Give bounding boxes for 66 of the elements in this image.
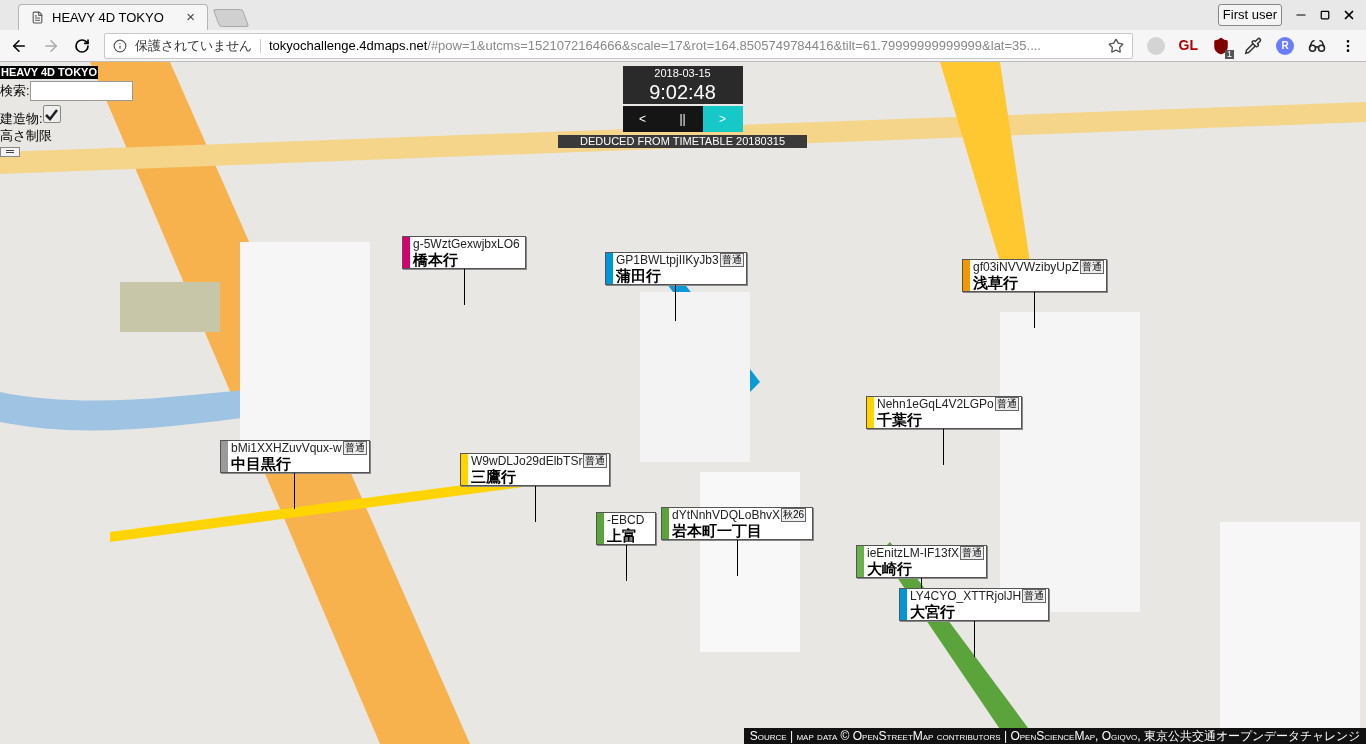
service-type-tag: 普通 <box>994 397 1019 411</box>
train-label[interactable]: LY4CYO_XTTRjolJH 普通 大宮行 <box>899 588 1050 621</box>
train-label[interactable]: bMi1XXHZuvVqux-w 普通 中目黒行 <box>220 440 370 473</box>
train-label[interactable]: dYtNnhVDQLoBhvX 秋26 岩本町一丁目 <box>661 507 813 540</box>
clock-date: 2018-03-15 <box>654 67 711 80</box>
address-bar[interactable]: 保護されていません tokyochallenge.4dmaps.net/#pow=1&utcms=1521072164666&scale=17&rot=164.8505749784416&tilt=61.79999999999999&lat=35.... <box>104 32 1133 59</box>
service-type-tag: 普通 <box>583 454 608 468</box>
train-label[interactable]: Nehn1eGqL4V2LGPo 普通 千葉行 <box>866 396 1022 429</box>
train-label[interactable]: GP1BWLtpjIIKyJb3 普通 蒲田行 <box>605 252 747 285</box>
train-destination: 橋本行 <box>413 251 459 268</box>
map-attribution: Source | map data © OpenStreetMap contributors | OpenScienceMap, Ogiqvo, 東京公共交通オープンデータチャレンジ <box>743 728 1366 744</box>
train-id: GP1BWLtpjIIKyJb3 <box>616 253 719 267</box>
profile-button[interactable]: First user <box>1217 4 1282 26</box>
train-label[interactable]: -EBCD 上富 <box>596 512 656 545</box>
height-limit-label: 高さ制限 <box>0 128 52 143</box>
service-type-tag: 秋26 <box>781 508 807 522</box>
train-destination: 岩本町一丁目 <box>672 522 763 539</box>
search-label: 検索: <box>0 82 30 101</box>
browser-tab[interactable]: HEAVY 4D TOKYO × <box>18 4 208 30</box>
extension-badge: 1 <box>1225 49 1234 59</box>
train-id: bMi1XXHZuvVqux-w <box>231 441 342 455</box>
train-destination: 中目黒行 <box>231 455 292 472</box>
train-destination: 千葉行 <box>877 411 923 428</box>
train-label[interactable]: g-5WztGexwjbxLO6 橋本行 <box>402 236 526 269</box>
search-field[interactable] <box>29 81 133 101</box>
service-type-tag: 普通 <box>960 546 985 560</box>
train-label[interactable]: ieEnitzLM-IF13fX 普通 大崎行 <box>856 545 988 578</box>
maximize-icon[interactable] <box>1320 9 1330 20</box>
train-destination: 上富 <box>607 527 638 544</box>
service-type-tag: 普通 <box>719 253 744 267</box>
train-id: dYtNnhVDQLoBhvX <box>672 508 781 522</box>
menu-button[interactable] <box>0 146 20 157</box>
extension-icon[interactable]: GL <box>1178 35 1198 56</box>
train-destination: 大宮行 <box>910 603 956 620</box>
playback-button[interactable]: < <box>622 106 663 132</box>
train-id: -EBCD <box>607 513 645 527</box>
service-type-tag: 普通 <box>1080 260 1105 274</box>
buildings-label: 建造物: <box>0 110 43 128</box>
tab-close[interactable]: × <box>186 6 195 29</box>
eyedropper-icon[interactable] <box>1244 36 1262 55</box>
train-id: ieEnitzLM-IF13fX <box>867 546 960 560</box>
clock-time: 9:02:48 <box>649 80 716 104</box>
train-destination: 三鷹行 <box>471 468 517 485</box>
tab-title: HEAVY 4D TOKYO <box>52 8 165 27</box>
timetable-banner: DEDUCED FROM TIMETABLE 20180315 <box>558 135 807 148</box>
train-id: LY4CYO_XTTRjolJH <box>910 589 1022 603</box>
bookmark-star-icon[interactable] <box>1107 37 1124 54</box>
app-title: HEAVY 4D TOKYO <box>0 66 98 79</box>
train-destination: 大崎行 <box>867 560 913 577</box>
train-destination: 蒲田行 <box>616 267 662 284</box>
service-type-tag: 普通 <box>1022 589 1047 603</box>
extension-icon[interactable]: R <box>1276 36 1294 55</box>
train-id: gf03iNVVWzibyUpZ <box>973 260 1080 274</box>
train-label[interactable]: gf03iNVVWzibyUpZ 普通 浅草行 <box>962 259 1108 292</box>
reload-icon[interactable] <box>74 37 90 54</box>
train-destination: 浅草行 <box>973 274 1019 291</box>
page-icon <box>31 11 44 24</box>
info-icon <box>113 38 127 53</box>
train-label[interactable]: W9wDLJo29dElbTSr 普通 三鷹行 <box>460 453 611 486</box>
train-id: Nehn1eGqL4V2LGPo <box>877 397 994 411</box>
train-id: g-5WztGexwjbxLO6 <box>413 237 520 251</box>
url-text: tokyochallenge.4dmaps.net/#pow=1&utcms=1521072164666&scale=17&rot=164.8505749784416&tilt=61.79999999999999&lat=35.... <box>269 36 1041 55</box>
service-type-tag: 普通 <box>342 441 367 455</box>
playback-button[interactable]: || <box>662 106 703 132</box>
train-id: W9wDLJo29dElbTSr <box>471 454 583 468</box>
security-label: 保護されていません <box>135 36 252 55</box>
